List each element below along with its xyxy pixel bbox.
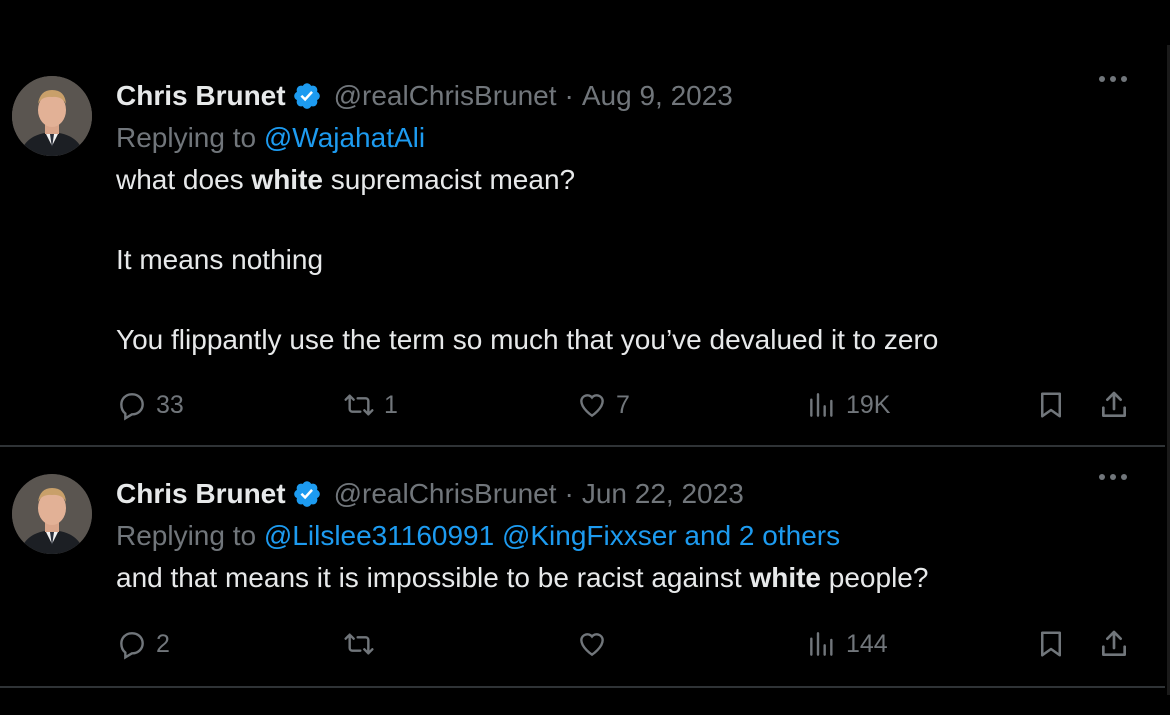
tweet-header: Chris Brunet @realChrisBrunet · Jun 22, … <box>116 476 1160 512</box>
separator-dot: · <box>564 478 574 509</box>
views-button[interactable]: 144 <box>806 624 888 664</box>
reply-icon <box>116 389 148 421</box>
share-button[interactable] <box>1098 624 1130 664</box>
author-name[interactable]: Chris Brunet <box>116 476 286 512</box>
reply-button[interactable]: 2 <box>116 624 170 664</box>
tweet-divider <box>0 445 1165 447</box>
bookmark-icon <box>1036 628 1066 660</box>
reply-button[interactable]: 33 <box>116 385 184 425</box>
repost-count: 1 <box>384 390 398 419</box>
reply-count: 2 <box>156 629 170 658</box>
separator-dot: · <box>564 80 574 111</box>
tweet-1[interactable]: Chris Brunet @realChrisBrunet · Aug 9, 2… <box>0 60 1160 445</box>
repost-button[interactable]: 1 <box>342 385 398 425</box>
like-icon <box>576 389 608 421</box>
action-bar: 2 144 <box>116 624 1146 664</box>
bookmark-icon <box>1036 389 1066 421</box>
reply-icon <box>116 628 148 660</box>
avatar[interactable] <box>12 474 92 554</box>
share-button[interactable] <box>1098 385 1130 425</box>
author-handle[interactable]: @realChrisBrunet <box>334 476 557 512</box>
replying-to: Replying to @WajahatAli <box>116 120 1160 156</box>
repost-button[interactable] <box>342 624 384 664</box>
views-count: 19K <box>846 390 891 419</box>
like-button[interactable]: 7 <box>576 385 630 425</box>
tweet-2[interactable]: Chris Brunet @realChrisBrunet · Jun 22, … <box>0 458 1160 686</box>
tweet-divider <box>0 686 1165 688</box>
reply-count: 33 <box>156 390 184 419</box>
more-options-icon[interactable] <box>1096 464 1130 490</box>
views-icon <box>806 389 838 421</box>
action-bar: 33 1 7 19K <box>116 385 1146 425</box>
mention-link[interactable]: @WajahatAli <box>264 122 425 153</box>
tweet-paragraph: what does white supremacist mean? <box>116 164 576 195</box>
like-count: 7 <box>616 390 630 419</box>
more-options-icon[interactable] <box>1096 66 1130 92</box>
replying-label: Replying to <box>116 520 257 551</box>
tweet-paragraph: It means nothing <box>116 244 324 275</box>
like-button[interactable] <box>576 624 616 664</box>
author-name[interactable]: Chris Brunet <box>116 78 286 114</box>
views-count: 144 <box>846 629 888 658</box>
replying-label: Replying to <box>116 122 257 153</box>
views-icon <box>806 628 838 660</box>
bookmark-button[interactable] <box>1036 624 1066 664</box>
tweet-text: what does white supremacist mean? It mea… <box>116 160 1160 360</box>
bookmark-button[interactable] <box>1036 385 1066 425</box>
verified-badge-icon <box>292 81 322 111</box>
tweet-paragraph: and that means it is impossible to be ra… <box>116 562 929 593</box>
tweet-text: and that means it is impossible to be ra… <box>116 558 1160 598</box>
repost-icon <box>342 628 376 660</box>
share-icon <box>1098 628 1130 660</box>
views-button[interactable]: 19K <box>806 385 890 425</box>
tweet-date[interactable]: Jun 22, 2023 <box>582 476 744 512</box>
tweet-paragraph: You flippantly use the term so much that… <box>116 324 939 355</box>
avatar[interactable] <box>12 76 92 156</box>
tweet-date[interactable]: Aug 9, 2023 <box>582 78 733 114</box>
tweet-header: Chris Brunet @realChrisBrunet · Aug 9, 2… <box>116 78 1160 114</box>
mention-link[interactable]: @Lilslee31160991 @KingFixxser and 2 othe… <box>264 520 840 551</box>
share-icon <box>1098 389 1130 421</box>
replying-to: Replying to @Lilslee31160991 @KingFixxse… <box>116 518 1160 554</box>
like-icon <box>576 628 608 660</box>
author-handle[interactable]: @realChrisBrunet <box>334 78 557 114</box>
verified-badge-icon <box>292 479 322 509</box>
repost-icon <box>342 389 376 421</box>
